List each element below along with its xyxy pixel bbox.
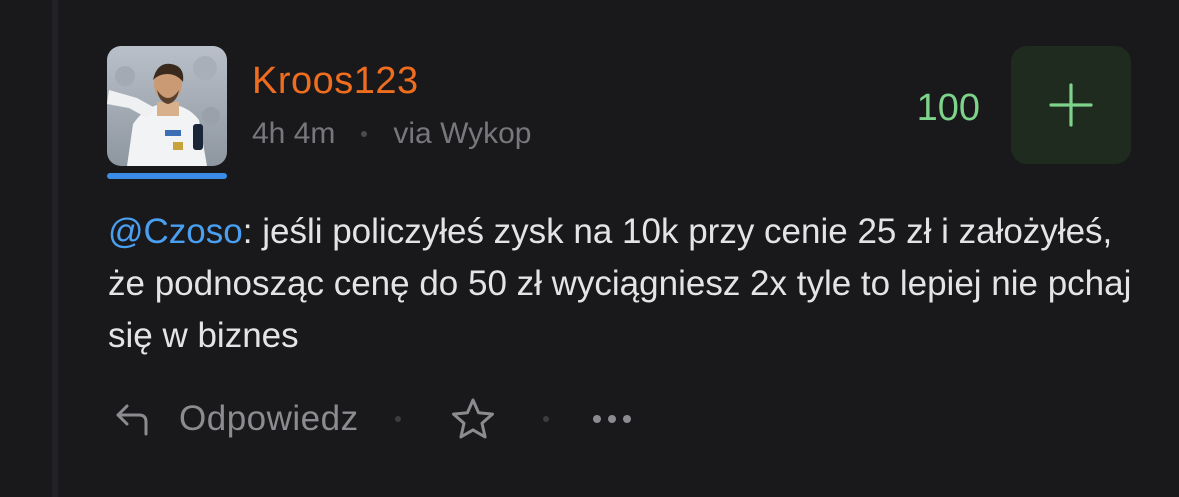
favorite-button[interactable] xyxy=(449,396,497,442)
thread-line xyxy=(52,0,58,497)
avatar-image xyxy=(107,46,227,166)
post-time: 4h 4m xyxy=(252,117,336,150)
action-separator xyxy=(542,416,549,422)
avatar[interactable] xyxy=(107,46,227,166)
author-username[interactable]: Kroos123 xyxy=(252,58,419,104)
reply-arrow-icon xyxy=(116,404,148,436)
post-text: : jeśli policzyłeś zysk na 10k przy ceni… xyxy=(108,212,1132,355)
reply-button[interactable]: Odpowiedz xyxy=(113,399,359,439)
mention-link[interactable]: @Czoso xyxy=(108,212,243,251)
vote-count: 100 xyxy=(916,87,980,129)
post-body: @Czoso: jeśli policzyłeś zysk na 10k prz… xyxy=(108,206,1158,362)
meta-separator xyxy=(361,131,368,137)
post-meta: 4h 4m via Wykop xyxy=(252,114,532,154)
upvote-button[interactable] xyxy=(1011,46,1131,164)
plus-icon xyxy=(1049,83,1093,127)
avatar-underline xyxy=(107,173,227,179)
more-dots-icon xyxy=(592,415,631,423)
action-separator xyxy=(394,416,401,422)
star-icon xyxy=(451,398,494,439)
post-actions: Odpowiedz xyxy=(113,394,633,444)
post-source: via Wykop xyxy=(393,117,532,150)
reply-label: Odpowiedz xyxy=(179,399,359,438)
more-button[interactable] xyxy=(591,413,633,425)
